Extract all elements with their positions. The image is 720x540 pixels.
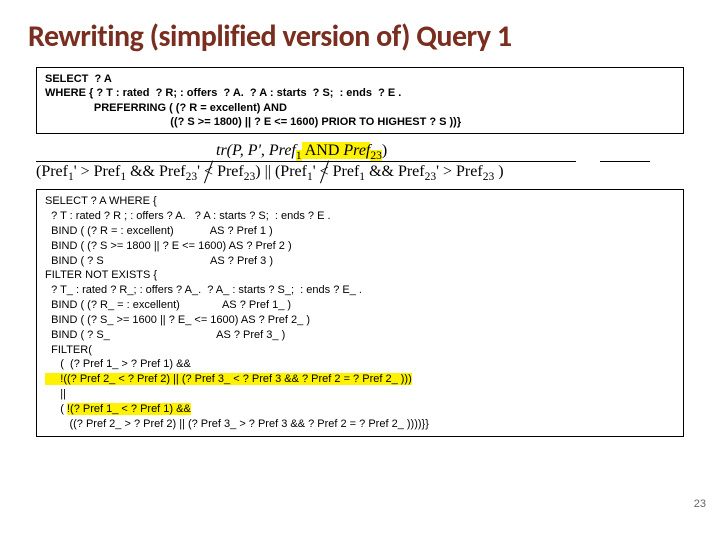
q2-l15: ((? Pref 2_ > ? Pref 2) || (? Pref 3_ > … <box>45 417 675 432</box>
q2-l10: BIND ( ? S_ AS ? Pref 3_ ) <box>45 328 675 343</box>
page-number: 23 <box>694 498 706 510</box>
q2-l4: BIND ( (? S >= 1800 || ? E <= 1600) AS ?… <box>45 239 675 254</box>
query1-box: SELECT ? A WHERE { ? T : rated ? R; : of… <box>36 67 684 134</box>
inference-rule: tr(P, P', Pref1 AND Pref23) (Pref1' > Pr… <box>36 142 684 181</box>
q2-l2: ? T : rated ? R ; : offers ? A. ? A : st… <box>45 209 675 224</box>
rule-premise: tr(P, P', Pref1 AND Pref23) <box>36 142 684 161</box>
q1-line2: WHERE { ? T : rated ? R; : offers ? A. ?… <box>45 87 401 99</box>
query2-box: SELECT ? A WHERE { ? T : rated ? R ; : o… <box>36 189 684 437</box>
q2-l6: FILTER NOT EXISTS { <box>45 268 675 283</box>
q1-line3: PREFERRING ( (? R = excellent) AND <box>45 102 287 114</box>
q2-l3: BIND ( (? R = : excellent) AS ? Pref 1 ) <box>45 224 675 239</box>
q2-l11: FILTER( <box>45 343 675 358</box>
rule-conclusion: (Pref1' > Pref1 && Pref23' < Pref23) || … <box>36 162 684 181</box>
q2-l7: ? T_ : rated ? R_; : offers ? A_. ? A_ :… <box>45 283 675 298</box>
q2-l1: SELECT ? A WHERE { <box>45 194 675 209</box>
q2-l9: BIND ( (? S_ >= 1600 || ? E_ <= 1600) AS… <box>45 313 675 328</box>
rule-bar-left <box>36 161 576 162</box>
rule-bar-right <box>600 161 650 162</box>
q2-l12: ( (? Pref 1_ > ? Pref 1) && !((? Pref 2_… <box>45 357 675 387</box>
q2-l8: BIND ( (? R_ = : excellent) AS ? Pref 1_… <box>45 298 675 313</box>
q1-line4: ((? S >= 1800) || ? E <= 1600) PRIOR TO … <box>45 116 461 128</box>
slide-title: Rewriting (simplified version of) Query … <box>28 18 692 55</box>
q2-l5: BIND ( ? S AS ? Pref 3 ) <box>45 254 675 269</box>
q2-l14: ( !(? Pref 1_ < ? Pref 1) && <box>45 402 675 417</box>
q2-l13: || <box>45 387 675 402</box>
q1-line1: SELECT ? A <box>45 73 112 85</box>
